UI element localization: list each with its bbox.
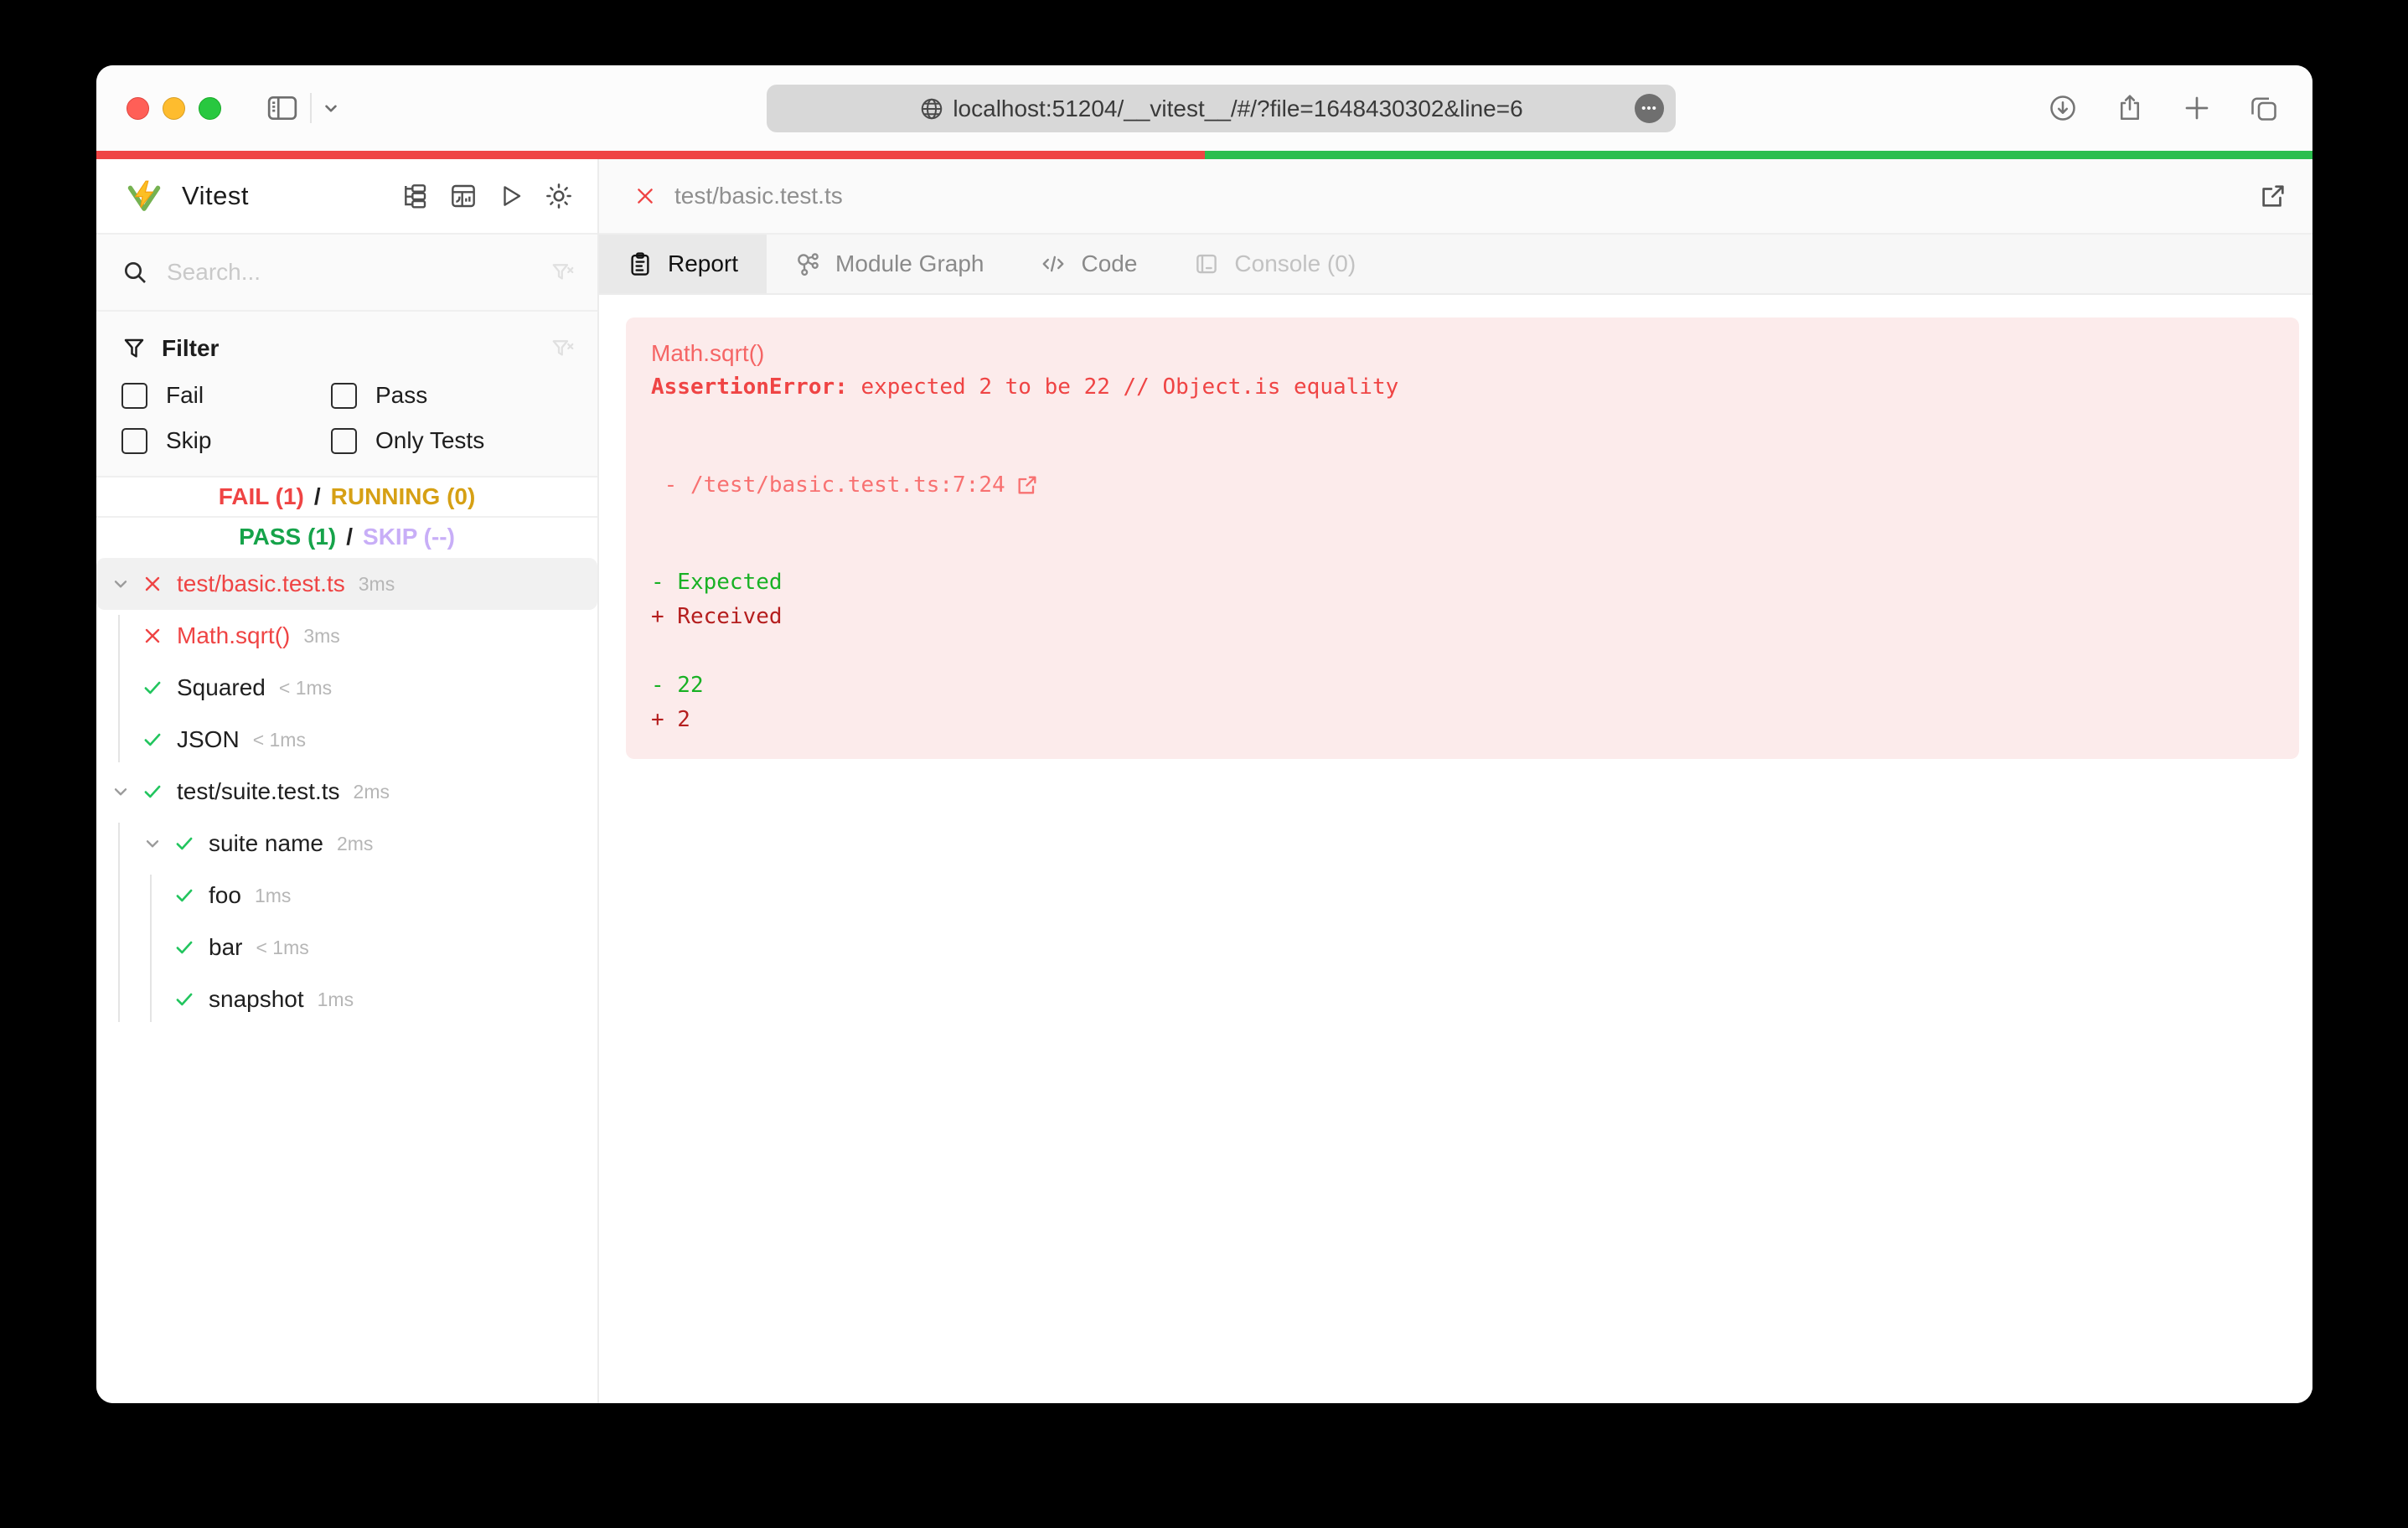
- pass-icon: [172, 935, 197, 960]
- browser-window: localhost:51204/__vitest__/#/?file=16484…: [96, 65, 2312, 1403]
- pass-icon: [140, 779, 165, 804]
- chevron-down-icon[interactable]: [108, 571, 133, 596]
- fail-icon: [140, 623, 165, 648]
- window-controls: [127, 97, 221, 120]
- failed-test-name: Math.sqrt(): [651, 336, 2274, 370]
- test-status-summary: FAIL (1) / RUNNING (0) PASS (1) / SKIP (…: [96, 478, 597, 556]
- tree-row-json[interactable]: JSON < 1ms: [96, 714, 597, 766]
- test-progress-bar: [96, 151, 2312, 159]
- tab-console[interactable]: Console (0): [1165, 235, 1384, 293]
- screen: localhost:51204/__vitest__/#/?file=16484…: [0, 0, 2408, 1528]
- search-icon: [121, 259, 148, 286]
- funnel-icon: [121, 336, 147, 361]
- module-graph-icon: [795, 251, 820, 276]
- console-icon: [1194, 251, 1219, 276]
- minimize-window-button[interactable]: [163, 97, 185, 120]
- tree-row-snapshot[interactable]: snapshot 1ms: [96, 973, 597, 1025]
- close-window-button[interactable]: [127, 97, 149, 120]
- clear-search-filter-icon[interactable]: [550, 260, 576, 285]
- fail-icon: [140, 571, 165, 596]
- tree-row-basic-test[interactable]: test/basic.test.ts 3ms: [96, 558, 597, 610]
- pass-icon: [140, 675, 165, 700]
- checkbox-pass[interactable]: [331, 383, 357, 409]
- main-panel: test/basic.test.ts: [599, 159, 2312, 1403]
- stack-trace-line: - /test/basic.test.ts:7:24: [651, 405, 2274, 565]
- tree-guide-line: [150, 875, 152, 1022]
- checkbox-only-tests[interactable]: [331, 428, 357, 454]
- progress-pass-segment: [1205, 151, 2313, 159]
- tab-report[interactable]: Report: [599, 235, 767, 293]
- page-settings-button[interactable]: •••: [1635, 94, 1664, 123]
- filter-checkbox-only-tests[interactable]: Only Tests: [331, 427, 576, 454]
- chevron-down-icon[interactable]: [320, 97, 342, 119]
- dashboard-icon[interactable]: [450, 183, 477, 209]
- open-external-icon[interactable]: [2259, 182, 2287, 210]
- url-text: localhost:51204/__vitest__/#/?file=16484…: [953, 96, 1522, 122]
- tree-guide-line: [118, 615, 120, 762]
- vitest-logo: [125, 178, 163, 214]
- downloads-icon[interactable]: [2048, 93, 2078, 123]
- app-title: Vitest: [182, 181, 249, 211]
- diff-expected-value: - 22: [651, 668, 2274, 703]
- tree-row-foo[interactable]: foo 1ms: [96, 870, 597, 921]
- tab-module-graph[interactable]: Module Graph: [767, 235, 1012, 293]
- tree-row-math-sqrt[interactable]: Math.sqrt() 3ms: [96, 610, 597, 662]
- fail-count: FAIL (1): [219, 483, 304, 510]
- file-fail-icon: [634, 185, 656, 207]
- progress-fail-segment: [96, 151, 1205, 159]
- theme-toggle-icon[interactable]: [545, 183, 572, 209]
- tree-guide-line: [118, 823, 120, 1022]
- tree-row-bar[interactable]: bar < 1ms: [96, 921, 597, 973]
- address-bar[interactable]: localhost:51204/__vitest__/#/?file=16484…: [767, 85, 1676, 132]
- filter-title: Filter: [162, 335, 219, 362]
- clear-filter-icon[interactable]: [550, 336, 576, 361]
- browser-toolbar: localhost:51204/__vitest__/#/?file=16484…: [96, 65, 2312, 151]
- assertion-error-line: AssertionError: expected 2 to be 22 // O…: [651, 370, 2274, 405]
- test-tree: test/basic.test.ts 3ms Math.sqrt() 3ms: [96, 556, 597, 1403]
- view-tabs: Report Module Graph: [599, 235, 2312, 295]
- pass-icon: [172, 987, 197, 1012]
- code-icon: [1041, 251, 1066, 276]
- diff-expected-label: - Expected: [651, 565, 2274, 600]
- sidebar: Vitest: [96, 159, 599, 1403]
- skip-count: SKIP (--): [363, 524, 455, 550]
- new-tab-icon[interactable]: [2182, 93, 2212, 123]
- tab-code[interactable]: Code: [1012, 235, 1165, 293]
- pass-icon: [172, 883, 197, 908]
- diff-received-value: + 2: [651, 703, 2274, 737]
- pass-icon: [140, 727, 165, 752]
- clipboard-icon: [628, 251, 653, 276]
- chevron-down-icon[interactable]: [108, 779, 133, 804]
- tab-overview-icon[interactable]: [2249, 93, 2279, 123]
- report-view: Math.sqrt() AssertionError: expected 2 t…: [599, 295, 2312, 1403]
- checkbox-fail[interactable]: [121, 383, 147, 409]
- running-count: RUNNING (0): [331, 483, 476, 510]
- chevron-down-icon[interactable]: [140, 831, 165, 856]
- tree-row-suite-test[interactable]: test/suite.test.ts 2ms: [96, 766, 597, 818]
- search-input[interactable]: [165, 258, 550, 286]
- sidebar-toggle-icon[interactable]: [266, 95, 298, 121]
- pass-icon: [172, 831, 197, 856]
- zoom-window-button[interactable]: [199, 97, 221, 120]
- pass-count: PASS (1): [239, 524, 336, 550]
- external-link-icon[interactable]: [1015, 405, 1225, 565]
- filter-checkbox-pass[interactable]: Pass: [331, 382, 576, 409]
- tree-row-suite-name[interactable]: suite name 2ms: [96, 818, 597, 870]
- error-report-panel: Math.sqrt() AssertionError: expected 2 t…: [626, 317, 2299, 759]
- run-all-icon[interactable]: [499, 183, 524, 209]
- globe-icon: [919, 96, 944, 121]
- toolbar-divider: [310, 93, 312, 123]
- filter-checkbox-fail[interactable]: Fail: [121, 382, 331, 409]
- filter-checkbox-skip[interactable]: Skip: [121, 427, 331, 454]
- filter-panel: Filter Fail: [96, 312, 597, 478]
- expand-tree-icon[interactable]: [401, 183, 428, 209]
- diff-blank-line: [651, 634, 2274, 668]
- diff-received-label: + Received: [651, 600, 2274, 634]
- share-icon[interactable]: [2115, 93, 2145, 123]
- checkbox-skip[interactable]: [121, 428, 147, 454]
- open-file-name: test/basic.test.ts: [674, 183, 843, 209]
- tree-row-squared[interactable]: Squared < 1ms: [96, 662, 597, 714]
